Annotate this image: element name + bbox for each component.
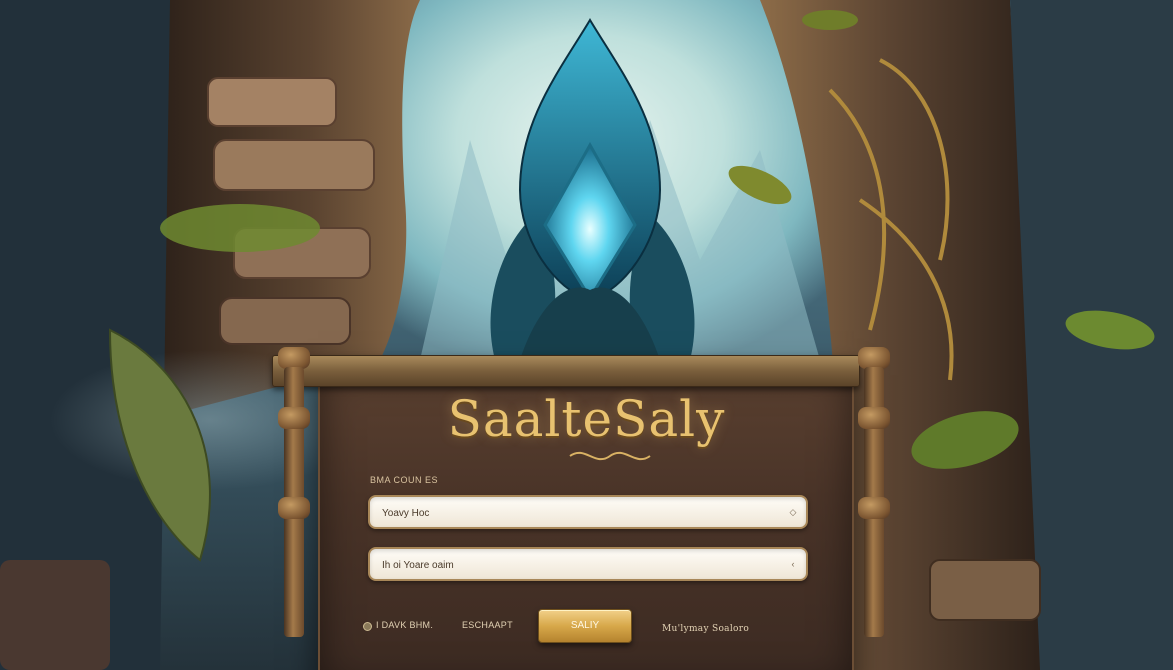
chevron-icon: ‹ xyxy=(791,559,795,569)
password-input[interactable] xyxy=(380,549,779,581)
help-link[interactable]: Mu'lymay Soaloro xyxy=(662,624,749,634)
remember-radio[interactable] xyxy=(363,622,372,631)
username-field[interactable]: ◇ xyxy=(368,495,808,529)
panel-top-rail xyxy=(272,355,860,387)
remember-label[interactable]: I DAVK BHM. xyxy=(376,620,433,630)
game-title: SaalteSaly xyxy=(447,390,726,448)
title-flourish-icon xyxy=(569,451,651,461)
game-scene: SaalteSaly BMA COUN ES ◇ ‹ I DAVK BHM. E… xyxy=(0,0,1173,670)
submit-button[interactable]: SALIY xyxy=(538,609,632,643)
escape-link[interactable]: ESCHAAPT xyxy=(462,620,513,630)
password-field[interactable]: ‹ xyxy=(368,547,808,581)
username-input[interactable] xyxy=(380,497,779,529)
form-section-label: BMA COUN ES xyxy=(370,475,439,485)
chevron-icon: ◇ xyxy=(789,507,797,517)
